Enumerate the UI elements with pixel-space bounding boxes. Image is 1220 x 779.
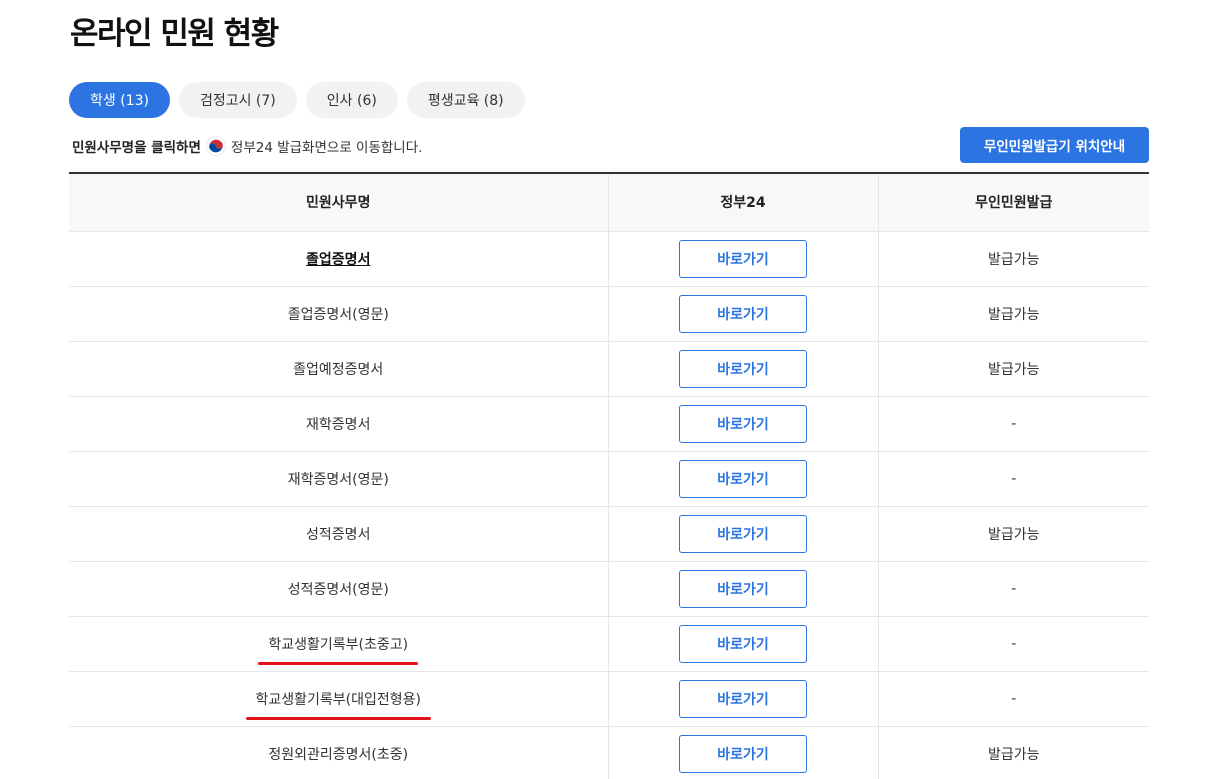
gov24-cell: 바로가기 (607, 341, 878, 397)
gov24-cell: 바로가기 (607, 671, 878, 727)
tab-lifelong-education[interactable]: 평생교육 (8) (406, 82, 525, 118)
header-kiosk: 무인민원발급 (877, 173, 1149, 232)
table-row: 졸업예정증명서 바로가기 발급가능 (69, 341, 1149, 397)
header-service-name: 민원사무명 (69, 173, 608, 232)
go-button[interactable]: 바로가기 (679, 569, 807, 608)
kiosk-status: 발급가능 (877, 506, 1149, 562)
gov24-cell: 바로가기 (607, 561, 878, 617)
service-name-cell: 학교생활기록부(초중고) (69, 616, 608, 672)
annotated-service-name[interactable]: 학교생활기록부(초중고) (258, 634, 419, 665)
table-row: 졸업증명서 바로가기 발급가능 (69, 231, 1149, 287)
table-row: 재학증명서 바로가기 - (69, 396, 1149, 452)
table-row: 재학증명서(영문) 바로가기 - (69, 451, 1149, 507)
service-name[interactable]: 재학증명서 (69, 396, 608, 452)
kiosk-status: 발급가능 (877, 726, 1149, 779)
go-button[interactable]: 바로가기 (679, 734, 807, 773)
government-emblem-icon (206, 136, 226, 156)
tab-qualification-exam[interactable]: 검정고시 (7) (178, 82, 297, 118)
notice-message: 정부24 발급화면으로 이동합니다. (230, 140, 423, 156)
service-name[interactable]: 재학증명서(영문) (69, 451, 608, 507)
table-row: 정원외관리증명서(초중) 바로가기 발급가능 (69, 726, 1149, 779)
go-button[interactable]: 바로가기 (679, 404, 807, 443)
page-title: 온라인 민원 현황 (70, 16, 279, 52)
annotated-service-name[interactable]: 학교생활기록부(대입전형용) (245, 689, 431, 720)
kiosk-location-button[interactable]: 무인민원발급기 위치안내 (960, 127, 1149, 163)
service-name: 학교생활기록부(초중고) (268, 636, 409, 653)
kiosk-status: - (877, 451, 1149, 507)
table-row: 졸업증명서(영문) 바로가기 발급가능 (69, 286, 1149, 342)
notice-text: 민원사무명을 클릭하면 정부24 발급화면으로 이동합니다. (72, 136, 422, 156)
service-name[interactable]: 졸업증명서(영문) (69, 286, 608, 342)
category-tabs: 학생 (13) 검정고시 (7) 인사 (6) 평생교육 (8) (69, 82, 525, 118)
service-name[interactable]: 성적증명서(영문) (69, 561, 608, 617)
red-underline-annotation (245, 716, 431, 720)
gov24-cell: 바로가기 (607, 231, 878, 287)
table-row: 학교생활기록부(대입전형용) 바로가기 - (69, 671, 1149, 727)
gov24-cell: 바로가기 (607, 451, 878, 507)
service-name: 학교생활기록부(대입전형용) (255, 691, 421, 708)
service-name-cell: 졸업증명서 (69, 231, 608, 287)
go-button[interactable]: 바로가기 (679, 239, 807, 278)
red-underline-annotation (258, 661, 419, 665)
kiosk-status: - (877, 671, 1149, 727)
kiosk-status: - (877, 616, 1149, 672)
service-name-cell: 학교생활기록부(대입전형용) (69, 671, 608, 727)
kiosk-status: - (877, 396, 1149, 452)
go-button[interactable]: 바로가기 (679, 294, 807, 333)
service-name[interactable]: 성적증명서 (69, 506, 608, 562)
kiosk-status: 발급가능 (877, 286, 1149, 342)
civil-service-table: 민원사무명 정부24 무인민원발급 졸업증명서 바로가기 발급가능 졸업증명서(… (69, 172, 1149, 779)
service-name[interactable]: 졸업예정증명서 (69, 341, 608, 397)
gov24-cell: 바로가기 (607, 616, 878, 672)
tab-student[interactable]: 학생 (13) (69, 82, 170, 118)
go-button[interactable]: 바로가기 (679, 679, 807, 718)
table-row: 성적증명서 바로가기 발급가능 (69, 506, 1149, 562)
gov24-cell: 바로가기 (607, 506, 878, 562)
kiosk-status: 발급가능 (877, 341, 1149, 397)
kiosk-status: 발급가능 (877, 231, 1149, 287)
service-name-link[interactable]: 졸업증명서 (306, 252, 370, 268)
gov24-cell: 바로가기 (607, 396, 878, 452)
go-button[interactable]: 바로가기 (679, 624, 807, 663)
gov24-cell: 바로가기 (607, 286, 878, 342)
tab-personnel[interactable]: 인사 (6) (305, 82, 398, 118)
kiosk-status: - (877, 561, 1149, 617)
header-gov24: 정부24 (607, 173, 878, 232)
service-name[interactable]: 정원외관리증명서(초중) (69, 726, 608, 779)
go-button[interactable]: 바로가기 (679, 349, 807, 388)
table-row: 학교생활기록부(초중고) 바로가기 - (69, 616, 1149, 672)
gov24-cell: 바로가기 (607, 726, 878, 779)
table-header-row: 민원사무명 정부24 무인민원발급 (69, 173, 1149, 232)
go-button[interactable]: 바로가기 (679, 459, 807, 498)
notice-strong: 민원사무명을 클릭하면 (72, 140, 201, 156)
go-button[interactable]: 바로가기 (679, 514, 807, 553)
table-row: 성적증명서(영문) 바로가기 - (69, 561, 1149, 617)
